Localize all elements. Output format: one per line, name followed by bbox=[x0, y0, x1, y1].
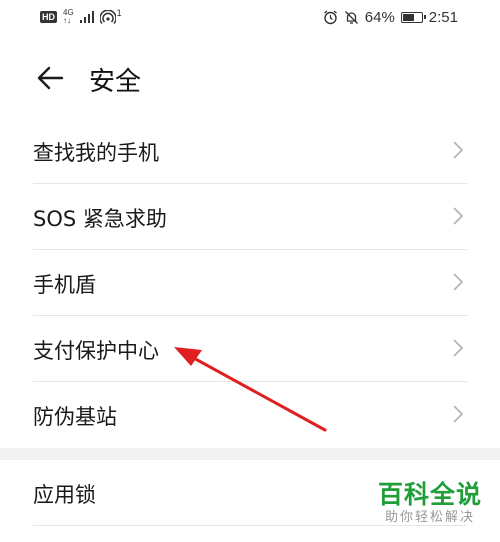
hotspot-icon bbox=[99, 10, 116, 24]
list-item-label: 手机盾 bbox=[33, 273, 96, 297]
network-type-icon: 4G ↑↓ bbox=[63, 9, 74, 25]
list-item-label: 查找我的手机 bbox=[33, 141, 159, 165]
hd-icon: HD bbox=[40, 11, 57, 23]
security-settings-list: 查找我的手机 SOS 紧急求助 手机盾 支付保护中心 防伪基站 bbox=[0, 118, 500, 448]
battery-icon bbox=[400, 12, 426, 23]
mute-bell-icon bbox=[344, 11, 358, 24]
alarm-icon bbox=[323, 10, 337, 25]
status-right: 64% 2:51 bbox=[323, 9, 458, 26]
status-bar: HD 4G ↑↓ 1 64% 2:51 bbox=[0, 0, 500, 38]
watermark-logo: 百科全说 助你轻松解决 bbox=[374, 480, 486, 526]
network-activity-label: ↑↓ bbox=[63, 16, 71, 25]
list-item-find-my-phone[interactable]: 查找我的手机 bbox=[33, 118, 467, 184]
chevron-right-icon bbox=[453, 339, 464, 357]
battery-level-fill bbox=[402, 14, 414, 21]
list-item-label: 防伪基站 bbox=[33, 405, 117, 429]
list-item-fake-base-station[interactable]: 防伪基站 bbox=[33, 382, 467, 448]
list-item-label: 支付保护中心 bbox=[33, 339, 159, 363]
hotspot-count-badge: 1 bbox=[116, 8, 122, 18]
signal-icon bbox=[79, 11, 94, 23]
chevron-right-icon bbox=[453, 273, 464, 291]
chevron-right-icon bbox=[453, 141, 464, 159]
watermark-main-text: 百科全说 bbox=[377, 480, 482, 509]
page-title: 安全 bbox=[89, 67, 142, 97]
battery-percent: 64% bbox=[364, 9, 395, 26]
page-header: 安全 bbox=[0, 55, 500, 103]
list-item-sos-emergency[interactable]: SOS 紧急求助 bbox=[33, 184, 467, 250]
chevron-right-icon bbox=[453, 207, 464, 225]
chevron-right-icon bbox=[453, 405, 464, 423]
list-item-phone-shield[interactable]: 手机盾 bbox=[33, 250, 467, 316]
list-item-label: SOS 紧急求助 bbox=[33, 207, 167, 231]
status-left: HD 4G ↑↓ 1 bbox=[40, 8, 122, 25]
list-item-label: 应用锁 bbox=[33, 483, 96, 507]
section-divider bbox=[0, 448, 500, 460]
list-item-payment-protection[interactable]: 支付保护中心 bbox=[33, 316, 467, 382]
watermark-sub-text: 助你轻松解决 bbox=[384, 510, 475, 525]
back-arrow-icon[interactable] bbox=[35, 63, 65, 93]
clock-time: 2:51 bbox=[428, 9, 458, 26]
